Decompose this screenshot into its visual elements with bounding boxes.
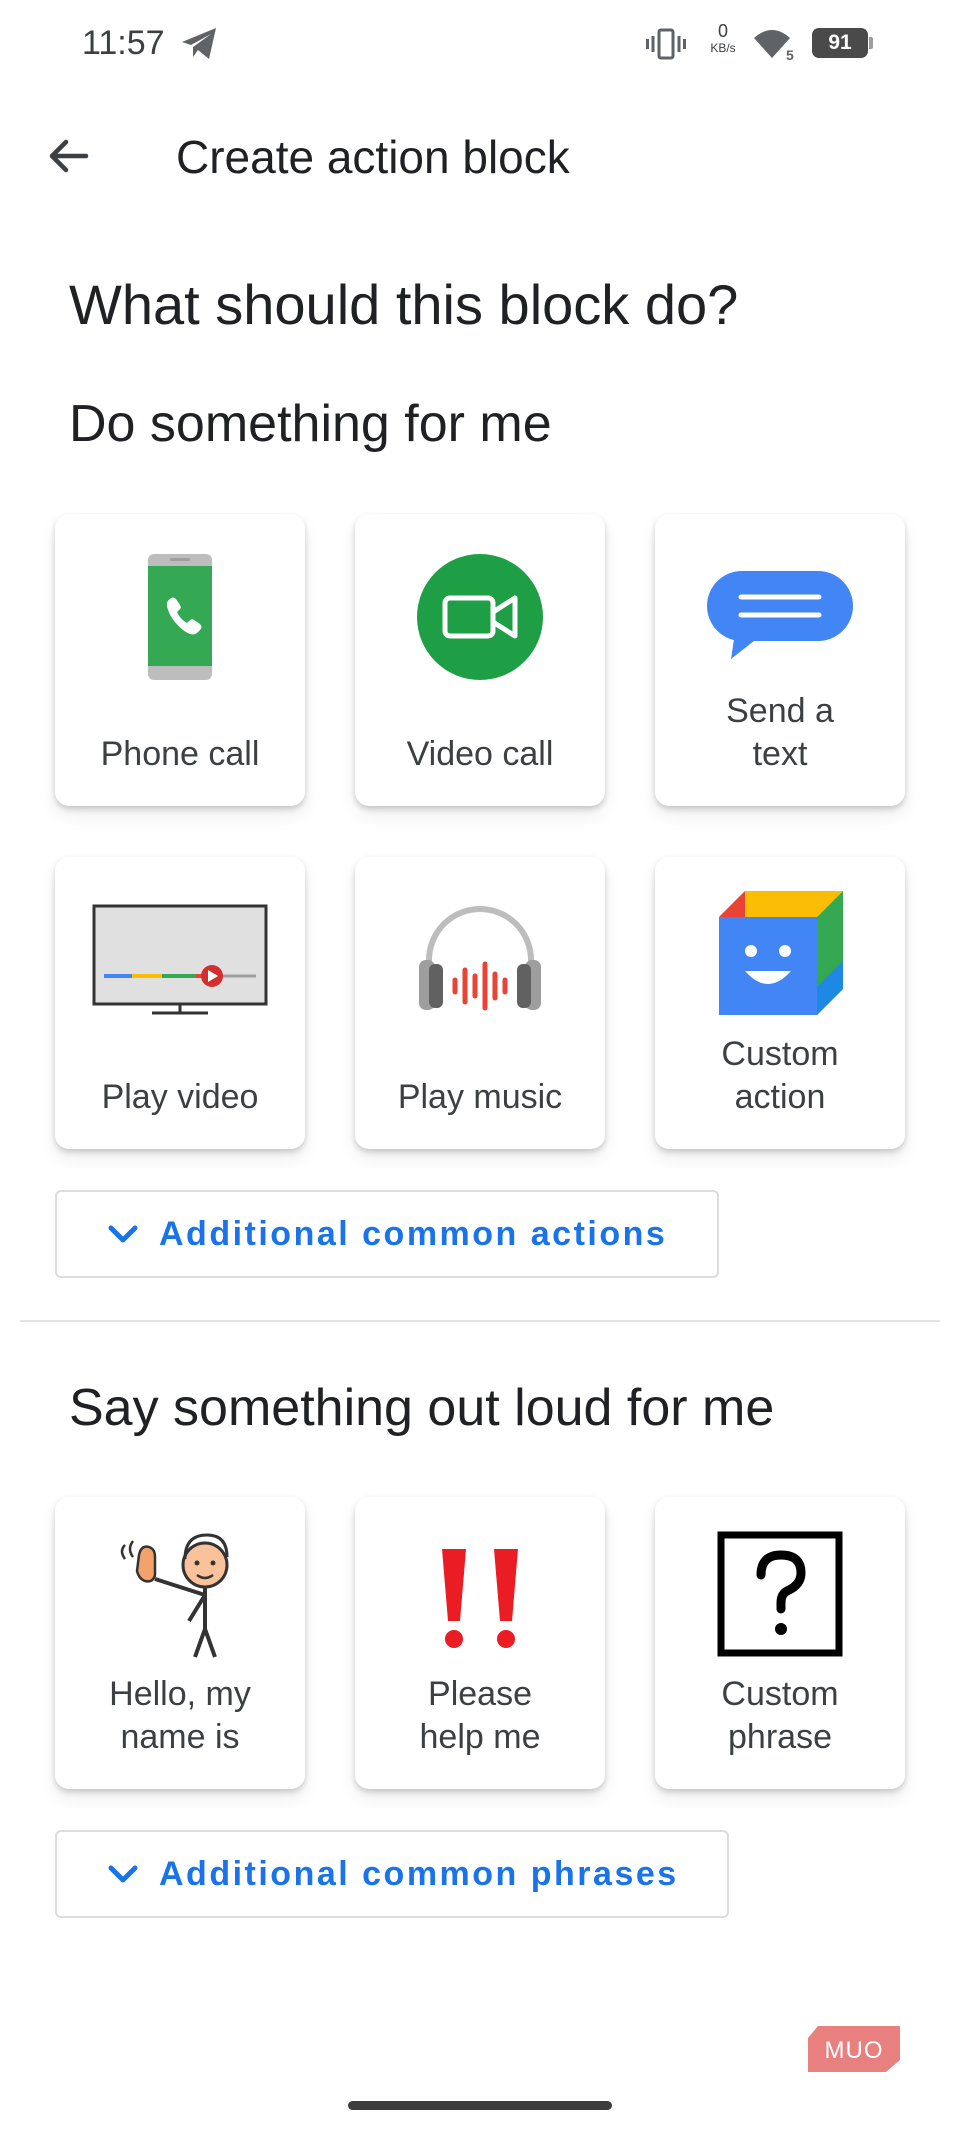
status-time: 11:57 (82, 24, 165, 62)
tile-label: Video call (406, 735, 554, 773)
arrow-back-icon (49, 139, 89, 173)
say-section-title: Say something out loud for me (69, 1379, 775, 1437)
tile-label: Play music (397, 1078, 563, 1116)
additional-actions-label: Additional common actions (159, 1214, 668, 1253)
tile-custom-phrase[interactable]: Custom phrase (655, 1497, 905, 1789)
wifi-badge: 5 (786, 47, 794, 62)
tile-hello-name[interactable]: Hello, my name is (55, 1497, 305, 1789)
smiling-cube-icon (719, 891, 843, 1015)
additional-actions-button[interactable]: Additional common actions (55, 1190, 719, 1278)
chevron-down-icon (108, 1225, 138, 1243)
back-button[interactable] (36, 124, 100, 188)
tile-phone-call[interactable]: Phone call (55, 514, 305, 806)
message-bubble-icon (707, 571, 853, 659)
page-heading: What should this block do? (69, 273, 739, 336)
do-section-title: Do something for me (69, 395, 552, 453)
tile-video-call[interactable]: Video call (355, 514, 605, 806)
tile-label: Please help me (419, 1675, 541, 1756)
tile-custom-action[interactable]: Custom action (655, 857, 905, 1149)
question-box-icon (717, 1531, 843, 1657)
tile-play-video[interactable]: Play video (55, 857, 305, 1149)
wifi-icon: 5 (754, 30, 794, 62)
double-exclamation-icon (442, 1549, 518, 1648)
tile-send-text[interactable]: Send a text (655, 514, 905, 806)
tile-label: Custom phrase (721, 1675, 839, 1756)
video-call-icon (417, 554, 543, 680)
phone-call-icon (148, 554, 212, 680)
tile-label: Play video (101, 1078, 259, 1116)
additional-phrases-label: Additional common phrases (159, 1854, 679, 1893)
network-speed-value: 0 (717, 21, 728, 41)
tile-play-music[interactable]: Play music (355, 857, 605, 1149)
tile-label: Hello, my name is (109, 1675, 251, 1756)
home-indicator[interactable] (348, 2101, 612, 2110)
muo-watermark-logo: MUO (808, 2026, 900, 2072)
chevron-down-icon (108, 1865, 138, 1883)
watermark-text: MUO (825, 2037, 884, 2064)
status-bar: 11:57 0 KB/s 5 91 (0, 0, 960, 90)
telegram-icon (182, 28, 216, 59)
additional-phrases-button[interactable]: Additional common phrases (55, 1830, 729, 1918)
battery-indicator: 91 (812, 28, 874, 58)
vibrate-icon (646, 28, 686, 60)
tile-label: Phone call (100, 735, 260, 773)
tile-please-help[interactable]: Please help me (355, 1497, 605, 1789)
network-speed-unit: KB/s (710, 41, 736, 55)
waving-person-icon (120, 1533, 229, 1658)
tv-play-icon (92, 904, 268, 1015)
tile-label: Custom action (721, 1035, 839, 1116)
appbar-title: Create action block (176, 131, 570, 183)
section-divider (20, 1320, 940, 1322)
battery-tip (869, 37, 873, 49)
battery-level: 91 (812, 28, 868, 58)
headphones-icon (419, 906, 541, 1011)
tile-label: Send a text (726, 692, 834, 773)
network-speed: 0 KB/s (704, 22, 742, 54)
